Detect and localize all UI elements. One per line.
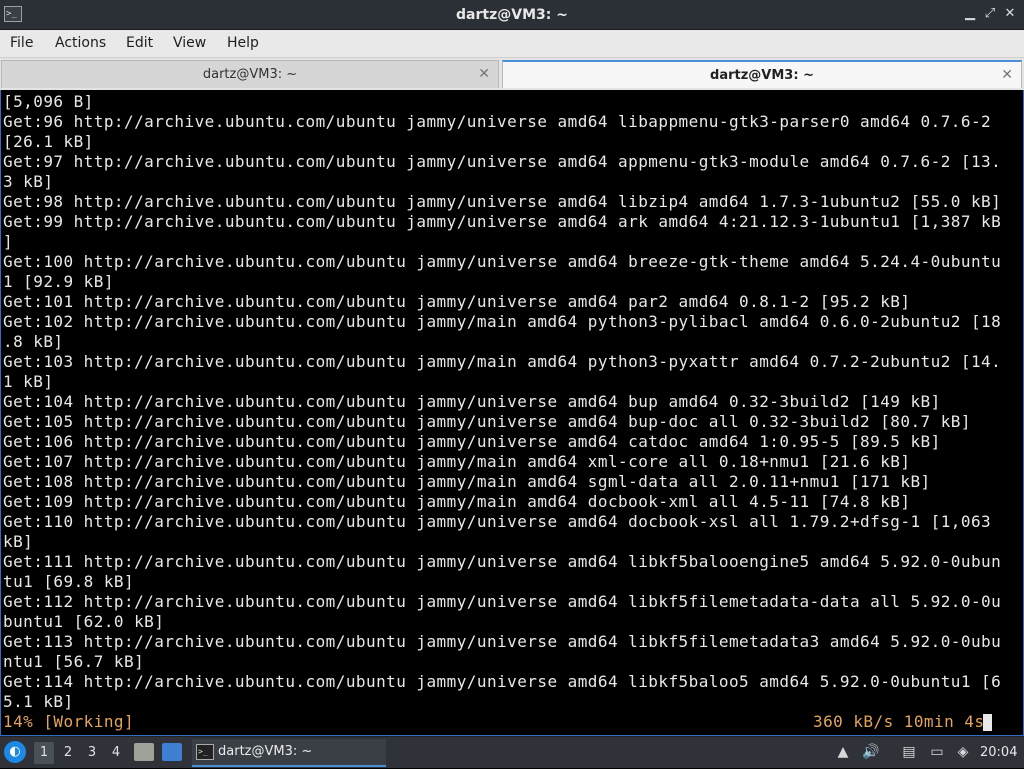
- workspace-3[interactable]: 3: [82, 742, 102, 764]
- terminal-line: Get:103 http://archive.ubuntu.com/ubuntu…: [3, 352, 1002, 371]
- terminal-line: kB]: [3, 532, 34, 551]
- clock: 20:04: [980, 745, 1018, 760]
- terminal-line: Get:109 http://archive.ubuntu.com/ubuntu…: [3, 492, 911, 511]
- file-manager-launcher-icon[interactable]: [134, 743, 154, 761]
- terminal-line: Get:101 http://archive.ubuntu.com/ubuntu…: [3, 292, 911, 311]
- menu-edit[interactable]: Edit: [126, 30, 153, 57]
- terminal-line: tu1 [69.8 kB]: [3, 572, 135, 591]
- terminal-line: Get:96 http://archive.ubuntu.com/ubuntu …: [3, 112, 992, 131]
- terminal-line: 1 kB]: [3, 372, 54, 391]
- taskbar-task-terminal[interactable]: >_ dartz@VM3: ~: [192, 739, 386, 767]
- start-menu-icon[interactable]: ◐: [4, 741, 26, 763]
- tab-label: dartz@VM3: ~: [710, 68, 814, 83]
- window-title: dartz@VM3: ~: [456, 7, 568, 23]
- terminal-line: ]: [3, 232, 14, 251]
- terminal-line: Get:108 http://archive.ubuntu.com/ubuntu…: [3, 472, 931, 491]
- terminal-line: Get:105 http://archive.ubuntu.com/ubuntu…: [3, 412, 971, 431]
- terminal-line: Get:99 http://archive.ubuntu.com/ubuntu …: [3, 212, 1002, 231]
- terminal-line: Get:111 http://archive.ubuntu.com/ubuntu…: [3, 552, 1002, 571]
- terminal-cursor: [983, 714, 992, 731]
- minimize-icon[interactable]: ▁: [962, 6, 978, 22]
- tab-label: dartz@VM3: ~: [202, 67, 298, 82]
- desktop-launcher-icon[interactable]: [162, 743, 182, 761]
- terminal-line: Get:113 http://archive.ubuntu.com/ubuntu…: [3, 632, 1002, 651]
- terminal-line: Get:106 http://archive.ubuntu.com/ubuntu…: [3, 432, 941, 451]
- menu-actions[interactable]: Actions: [55, 30, 106, 57]
- terminal-line: Get:114 http://archive.ubuntu.com/ubuntu…: [3, 672, 1002, 691]
- menu-view[interactable]: View: [173, 30, 206, 57]
- workspace-1[interactable]: 1: [34, 742, 54, 764]
- terminal-line: Get:110 http://archive.ubuntu.com/ubuntu…: [3, 512, 992, 531]
- terminal-line: Get:98 http://archive.ubuntu.com/ubuntu …: [3, 192, 1002, 211]
- terminal-line: .8 kB]: [3, 332, 64, 351]
- workspace-4[interactable]: 4: [106, 742, 126, 764]
- terminal-line: Get:100 http://archive.ubuntu.com/ubuntu…: [3, 252, 1002, 271]
- workspace-2[interactable]: 2: [58, 742, 78, 764]
- terminal-line: [26.1 kB]: [3, 132, 94, 151]
- terminal-line: Get:97 http://archive.ubuntu.com/ubuntu …: [3, 152, 1002, 171]
- maximize-icon[interactable]: ⤢: [982, 6, 998, 22]
- terminal-line: ntu1 [56.7 kB]: [3, 652, 145, 671]
- volume-icon[interactable]: 🔊: [862, 743, 880, 761]
- menu-file[interactable]: File: [10, 30, 33, 57]
- network-icon[interactable]: ◈: [954, 743, 972, 761]
- terminal-output[interactable]: [5,096 B] Get:96 http://archive.ubuntu.co…: [0, 90, 1024, 736]
- close-icon[interactable]: ✕: [1002, 6, 1018, 22]
- clipboard-icon[interactable]: ▤: [900, 743, 918, 761]
- tab-close-icon[interactable]: ✕: [478, 61, 490, 88]
- terminal-line: Get:102 http://archive.ubuntu.com/ubuntu…: [3, 312, 1002, 331]
- tab-terminal-2[interactable]: dartz@VM3: ~ ✕: [502, 60, 1022, 88]
- terminal-line: 3 kB]: [3, 172, 54, 191]
- window-titlebar[interactable]: >_ dartz@VM3: ~ ▁ ⤢ ✕: [0, 0, 1024, 30]
- menu-help[interactable]: Help: [227, 30, 259, 57]
- tab-terminal-1[interactable]: dartz@VM3: ~ ✕: [1, 60, 499, 88]
- terminal-task-icon: >_: [196, 744, 214, 760]
- terminal-line: buntu1 [62.0 kB]: [3, 612, 165, 631]
- terminal-line: Get:104 http://archive.ubuntu.com/ubuntu…: [3, 392, 941, 411]
- terminal-line: 5.1 kB]: [3, 692, 74, 711]
- progress-status: 14% [Working]: [3, 712, 135, 731]
- scroll-indicator-icon[interactable]: ▲: [834, 743, 852, 761]
- display-icon[interactable]: ▭: [928, 743, 946, 761]
- terminal-line: [5,096 B]: [3, 92, 94, 111]
- tab-bar: dartz@VM3: ~ ✕ dartz@VM3: ~ ✕: [0, 58, 1024, 90]
- terminal-line: Get:112 http://archive.ubuntu.com/ubuntu…: [3, 592, 1002, 611]
- tab-close-icon[interactable]: ✕: [1001, 62, 1013, 89]
- menubar: File Actions Edit View Help: [0, 30, 1024, 58]
- terminal-lines: [5,096 B] Get:96 http://archive.ubuntu.co…: [3, 92, 1001, 712]
- download-rate: 360 kB/s 10min 4s: [813, 712, 985, 731]
- terminal-line: 1 [92.9 kB]: [3, 272, 114, 291]
- taskbar: ◐ 1 2 3 4 >_ dartz@VM3: ~ ▲ 🔊 ▤ ▭ ◈ 20:0…: [0, 736, 1024, 768]
- task-label: dartz@VM3: ~: [218, 744, 313, 759]
- terminal-line: Get:107 http://archive.ubuntu.com/ubuntu…: [3, 452, 911, 471]
